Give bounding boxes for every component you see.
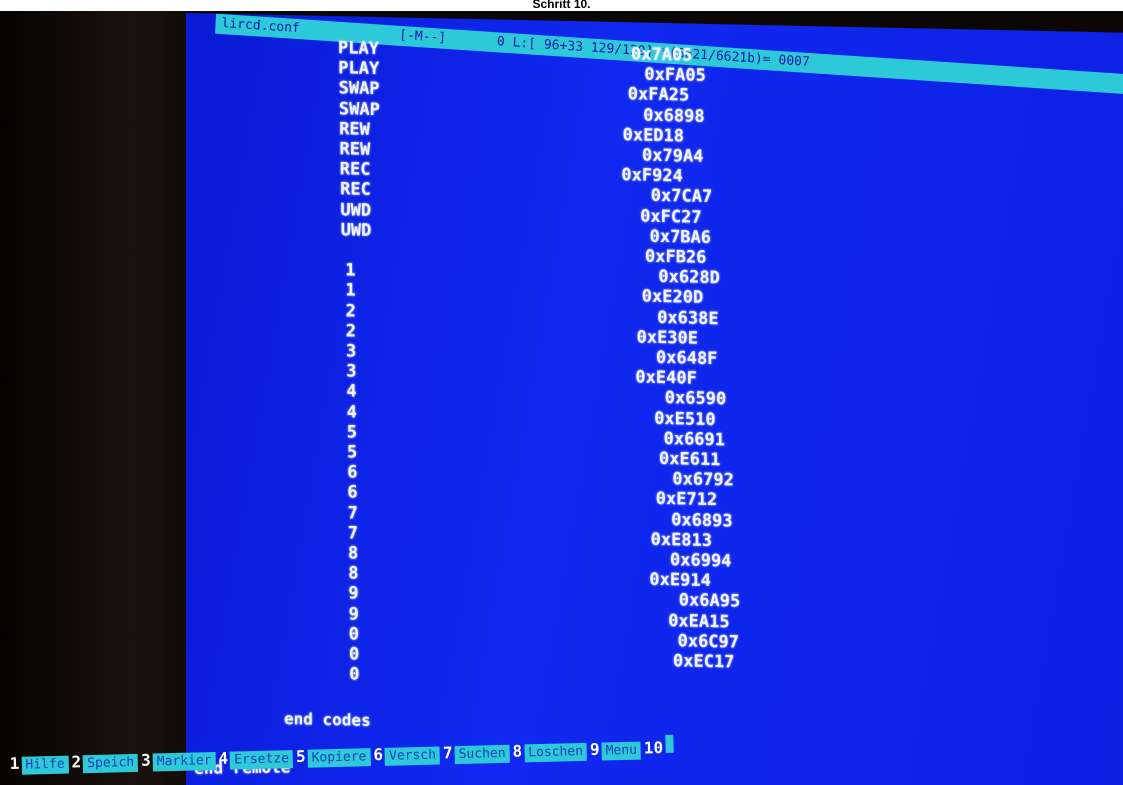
button-code: 0xE20D: [641, 286, 704, 309]
button-code: 0x6A95: [678, 590, 741, 612]
button-name: SWAP: [338, 78, 380, 100]
button-code: 0x7A05: [631, 44, 693, 66]
button-name: 5: [347, 442, 358, 463]
button-code: 0x6792: [672, 469, 734, 491]
button-code: 0xE40F: [635, 367, 697, 389]
button-name: 6: [347, 482, 358, 503]
button-code: 0xE611: [659, 448, 721, 471]
button-name: PLAY: [338, 38, 379, 60]
button-code: 0x7BA6: [649, 226, 712, 248]
image-caption: Schritt 10.: [0, 0, 1123, 11]
button-name: 9: [348, 603, 359, 625]
function-key-button[interactable]: Hilfe: [21, 755, 69, 775]
button-code: 0xE712: [655, 489, 718, 511]
button-code: 0x6994: [670, 550, 732, 572]
button-name: 8: [348, 563, 359, 584]
function-key-button[interactable]: Loschen: [524, 742, 588, 763]
button-code: 0xE914: [649, 569, 711, 592]
button-code: 0xF924: [621, 165, 683, 187]
function-key-button[interactable]: Versch: [384, 746, 441, 766]
button-code: 0xEA15: [668, 610, 730, 632]
button-code: 0xE510: [654, 408, 716, 430]
button-name: 0: [348, 624, 360, 645]
button-code: 0x6691: [663, 428, 726, 451]
button-name: 8: [348, 543, 359, 564]
button-name: 7: [347, 502, 358, 524]
function-key-number: 8: [512, 741, 523, 761]
button-code: 0x6893: [671, 509, 733, 532]
function-key-number: 9: [589, 739, 600, 759]
function-key-number: 6: [373, 744, 384, 765]
code-list: PLAY 0x7A05 PLAY 0xFA05 SWAP 0xFA25 SWAP 0x6898…: [186, 35, 1123, 685]
button-code: 0x79A4: [642, 145, 704, 167]
button-code: 0x638E: [657, 307, 719, 329]
button-name: REW: [339, 119, 370, 140]
button-name: 6: [347, 462, 358, 483]
button-name: 5: [346, 422, 358, 443]
button-code: 0x7CA7: [650, 186, 713, 208]
function-key-number: 2: [71, 752, 82, 772]
button-code: 0xFA25: [627, 84, 690, 106]
function-key-button[interactable]: Menu: [601, 741, 642, 761]
function-key-button[interactable]: Ersetze: [230, 750, 294, 770]
button-name: PLAY: [338, 58, 380, 80]
monitor-photo: lircd.conf [-M--] 0 L:[ 96+33 129/129] *…: [0, 11, 1123, 785]
button-code: 0x6590: [664, 388, 727, 410]
button-name: 9: [348, 583, 359, 605]
editor-screen: lircd.conf [-M--] 0 L:[ 96+33 129/129] *…: [186, 13, 1123, 785]
button-name: 1: [345, 260, 356, 281]
button-code: 0x6898: [643, 105, 705, 127]
button-name: 0: [349, 644, 360, 665]
button-name: REC: [340, 179, 371, 201]
button-name: UWD: [340, 199, 372, 221]
button-name: REC: [339, 159, 371, 181]
button-code: 0x628D: [658, 267, 720, 289]
button-name: 2: [345, 321, 357, 342]
function-key-number: 1: [9, 753, 20, 773]
button-name: 4: [346, 401, 357, 423]
button-name: 3: [346, 341, 357, 362]
button-name: 4: [346, 381, 357, 402]
function-key-number: 7: [442, 743, 453, 763]
button-code: 0xFA05: [644, 64, 706, 87]
button-name: 3: [346, 361, 357, 382]
button-name: 0: [349, 664, 360, 685]
button-code: 0xEC17: [673, 651, 735, 673]
end-codes-line: end codes: [284, 709, 371, 730]
button-name: UWD: [340, 220, 372, 241]
button-name: 7: [347, 523, 359, 544]
function-key-number: 3: [140, 750, 151, 770]
button-name: 2: [345, 300, 356, 322]
function-key-button[interactable]: Speich: [83, 753, 139, 774]
function-key-button[interactable]: Kopiere: [307, 748, 371, 768]
function-key-number: 4: [218, 748, 229, 768]
button-code: 0xE813: [650, 529, 713, 551]
function-key-number: 10: [643, 738, 664, 758]
function-key-button[interactable]: Suchen: [454, 744, 510, 765]
function-key-number: 5: [295, 746, 306, 767]
button-code: 0xFB26: [645, 246, 707, 268]
function-key-button[interactable]: Markier: [152, 751, 216, 772]
button-code: 0xE30E: [636, 327, 699, 349]
button-code: 0x648F: [656, 347, 718, 370]
button-code: 0xED18: [622, 124, 685, 147]
button-name: REW: [339, 139, 371, 160]
function-key-button[interactable]: [664, 734, 674, 753]
button-name: SWAP: [338, 98, 380, 120]
button-code: 0x6C97: [677, 631, 740, 653]
button-name: 1: [345, 280, 356, 301]
button-code: 0xFC27: [640, 206, 702, 228]
